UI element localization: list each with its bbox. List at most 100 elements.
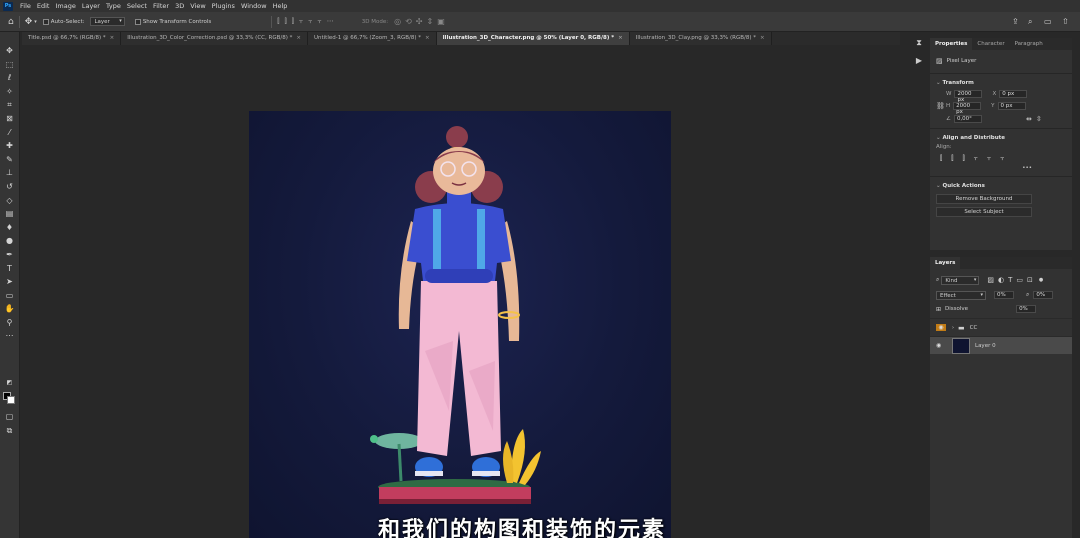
screen-mode-icon[interactable]: ⧉ <box>5 426 15 436</box>
magic-wand-icon[interactable]: ✧ <box>5 87 15 97</box>
tab-color-correction[interactable]: Illustration_3D_Color_Correction.psd @ 3… <box>121 32 308 45</box>
shape-icon[interactable]: ▭ <box>5 291 15 301</box>
tab-properties[interactable]: Properties <box>930 38 973 50</box>
drag-3d-icon[interactable]: ✣ <box>416 17 423 26</box>
align-left-icon[interactable]: ⫿ <box>277 17 279 26</box>
remove-background-button[interactable]: Remove Background <box>936 194 1032 204</box>
play-actions-icon[interactable]: ▶ <box>916 56 922 65</box>
layer-row-cc[interactable]: ◉ › ▬ CC <box>930 318 1072 336</box>
gradient-icon[interactable]: ▤ <box>5 209 15 219</box>
tab-3d-character[interactable]: Illustration_3D_Character.png @ 50% (Lay… <box>436 32 630 45</box>
more-options-icon[interactable]: ••• <box>1022 165 1032 171</box>
more-icon[interactable]: ⋯ <box>5 331 15 341</box>
slide-3d-icon[interactable]: ⇕ <box>426 17 433 26</box>
quick-mask-icon[interactable]: ▢ <box>5 412 15 422</box>
close-icon[interactable]: × <box>760 35 765 41</box>
select-subject-button[interactable]: Select Subject <box>936 207 1032 217</box>
share-document-icon[interactable]: ⇧ <box>1062 17 1069 26</box>
y-field[interactable]: 0 px <box>997 102 1026 110</box>
lock-icon[interactable]: ⊞ <box>936 306 941 313</box>
align-right-edges-icon[interactable]: ⫿ <box>963 154 965 163</box>
align-hcenter-icon[interactable]: ⫿ <box>285 17 287 26</box>
tab-3d-clay[interactable]: Illustration_3D_Clay.png @ 33,3% (RGB/8)… <box>629 32 772 45</box>
filter-toggle-icon[interactable]: ● <box>1039 277 1043 283</box>
search-icon[interactable]: ⌕ <box>1028 17 1032 27</box>
tab-paragraph[interactable]: Paragraph <box>1010 38 1048 50</box>
menu-select[interactable]: Select <box>124 2 150 10</box>
orbit-3d-icon[interactable]: ◎ <box>394 17 401 26</box>
tab-layers[interactable]: Layers <box>930 257 961 269</box>
document-workspace[interactable] <box>21 45 901 538</box>
crop-icon[interactable]: ⌗ <box>5 100 15 110</box>
align-left-edges-icon[interactable]: ⫿ <box>940 154 942 163</box>
close-icon[interactable]: × <box>296 35 301 41</box>
menu-file[interactable]: File <box>17 2 34 10</box>
chevron-down-icon[interactable]: ▾ <box>34 19 37 25</box>
fill-field[interactable]: 0% <box>1033 291 1054 299</box>
align-bottom-edges-icon[interactable]: ⫟ <box>1000 154 1004 163</box>
share-icon[interactable]: ⇪ <box>1012 17 1019 26</box>
x-field[interactable]: 0 px <box>999 90 1028 98</box>
flip-vertical-icon[interactable]: ⇳ <box>1036 115 1042 123</box>
dodge-icon[interactable]: ● <box>5 236 15 246</box>
stamp-icon[interactable]: ⊥ <box>5 168 15 178</box>
menu-filter[interactable]: Filter <box>150 2 172 10</box>
lasso-icon[interactable]: ℓ <box>5 73 15 83</box>
align-vertical-centers-icon[interactable]: ⫟ <box>987 154 991 163</box>
align-horizontal-centers-icon[interactable]: ⫿ <box>951 154 953 163</box>
transform-controls-checkbox[interactable] <box>134 18 141 25</box>
opacity-field[interactable]: 0% <box>994 291 1014 299</box>
align-section-title[interactable]: Align and Distribute <box>930 133 1072 143</box>
workspace-icon[interactable]: ▭ <box>1044 17 1052 26</box>
filter-type-icon[interactable]: T <box>1008 276 1012 284</box>
menu-type[interactable]: Type <box>103 2 124 10</box>
align-top-edges-icon[interactable]: ⫟ <box>974 154 978 163</box>
blur-icon[interactable]: ♦ <box>5 223 15 233</box>
roll-3d-icon[interactable]: ⟲ <box>405 17 412 26</box>
history-panel-icon[interactable]: ⧗ <box>916 38 922 48</box>
healing-icon[interactable]: ✚ <box>5 141 15 151</box>
filter-kind-dropdown[interactable]: Kind <box>941 275 980 285</box>
menu-window[interactable]: Window <box>238 2 270 10</box>
menu-edit[interactable]: Edit <box>34 2 53 10</box>
menu-view[interactable]: View <box>187 2 208 10</box>
type-icon[interactable]: T <box>5 264 15 274</box>
filter-smart-object-icon[interactable]: ⊡ <box>1027 276 1033 284</box>
width-field[interactable]: 2000 px <box>954 90 983 103</box>
align-top-icon[interactable]: ⫟ <box>299 17 303 26</box>
distribute-icon[interactable]: ⋯ <box>327 17 334 26</box>
frame-icon[interactable]: ⊠ <box>5 114 15 124</box>
menu-image[interactable]: Image <box>52 2 78 10</box>
close-icon[interactable]: × <box>618 35 623 41</box>
align-bottom-icon[interactable]: ⫟ <box>318 17 322 26</box>
hand-icon[interactable]: ✋ <box>5 304 15 314</box>
reset-colors-icon[interactable]: ◩ <box>5 378 15 388</box>
filter-adjustment-icon[interactable]: ◐ <box>998 276 1004 284</box>
path-select-icon[interactable]: ➤ <box>5 277 15 287</box>
close-icon[interactable]: × <box>110 35 115 41</box>
marquee-icon[interactable]: ⬚ <box>5 60 15 70</box>
layer-row-layer-0[interactable]: ◉ Layer 0 <box>930 336 1072 354</box>
document-canvas[interactable] <box>249 111 671 538</box>
visibility-eye-icon[interactable]: ◉ <box>936 342 946 349</box>
tab-untitled-1[interactable]: Untitled-1 @ 66,7% (Zoom_3, RGB/8) * × <box>307 32 437 45</box>
link-icon[interactable]: ⛓ <box>936 102 946 110</box>
align-right-icon[interactable]: ⫿ <box>292 17 294 26</box>
history-brush-icon[interactable]: ↺ <box>5 182 15 192</box>
zoom-icon[interactable]: ⚲ <box>5 318 15 328</box>
flip-horizontal-icon[interactable]: ⇹ <box>1026 115 1032 123</box>
move-icon[interactable]: ✥ <box>5 46 15 56</box>
auto-select-checkbox[interactable] <box>42 18 49 25</box>
scale-3d-icon[interactable]: ▣ <box>437 17 445 26</box>
transform-section-title[interactable]: Transform <box>930 78 1072 88</box>
menu-layer[interactable]: Layer <box>79 2 103 10</box>
pen-icon[interactable]: ✒ <box>5 250 15 260</box>
tab-character[interactable]: Character <box>972 38 1009 50</box>
move-tool-icon[interactable]: ✥ <box>25 17 33 27</box>
close-icon[interactable]: × <box>425 35 430 41</box>
filter-shape-icon[interactable]: ▭ <box>1016 276 1023 284</box>
fill-value-field[interactable]: 0% <box>1016 305 1037 313</box>
height-field[interactable]: 2000 px <box>953 102 982 115</box>
angle-field[interactable]: 0,00° <box>953 115 982 123</box>
menu-plugins[interactable]: Plugins <box>209 2 238 10</box>
